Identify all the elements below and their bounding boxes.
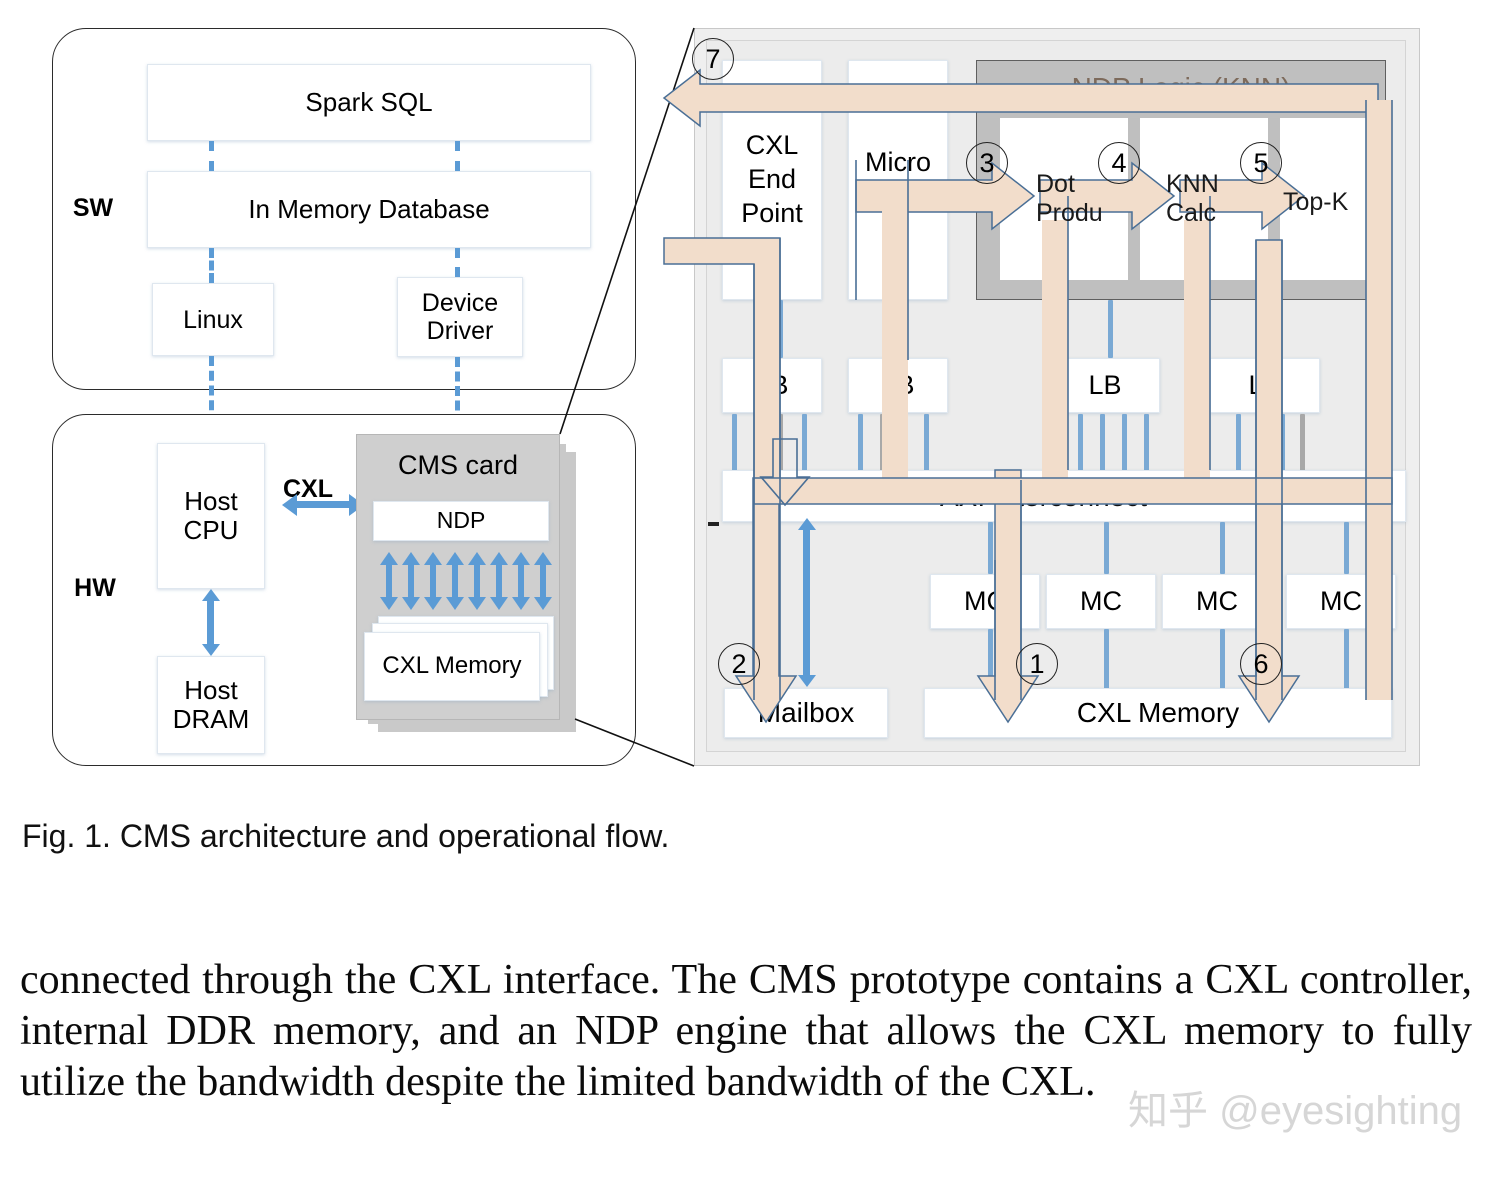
cxl-memory-card-label: CXL Memory [382,652,522,680]
ndp-memory-arrow-8 [534,552,552,610]
ndp-to-lb4-stick [1268,300,1273,358]
mc-box-1: MC [930,574,1040,629]
figure-caption: Fig. 1. CMS architecture and operational… [22,818,670,854]
ndp-memory-arrow-2 [402,552,420,610]
mailbox-arrow-down [798,675,816,687]
step-2-label: 2 [731,648,747,679]
ndp-memory-arrow-5 [468,552,486,610]
step-7-label: 7 [705,43,721,74]
mc-box-3: MC [1162,574,1272,629]
mc-box-4: MC [1286,574,1396,629]
axi-to-mc3-stick [1220,522,1225,574]
cpu-dram-arrow-down [202,644,220,656]
host-cpu-box: Host CPU [157,443,265,589]
cxl-end-point-box: CXL End Point [722,60,822,300]
axi-to-mc1-stick [988,522,993,574]
ndp-memory-arrow-3 [424,552,442,610]
step-circle-1: 1 [1016,643,1058,685]
top-k-label: Top-K [1283,188,1349,216]
ndp-label: NDP [436,507,486,534]
knn-calc-label: KNN Calc [1166,170,1219,227]
linux-box: Linux [152,283,274,356]
host-dram-label: Host DRAM [172,674,250,734]
axi-interconnect-label: AXI Interconnect [940,481,1148,512]
ndp-memory-arrow-6 [490,552,508,610]
step-circle-6: 6 [1240,643,1282,685]
ndp-logic-title: NDP Logic (KNN) [1071,72,1291,103]
lb-label-3: LB [1088,370,1122,401]
lb-label-1: LB [755,370,789,401]
micro-blaze-box: Micro Blaze [848,60,948,300]
host-cpu-label: Host CPU [183,485,239,545]
lb-label-2: LB [881,370,915,401]
cms-card-title: CMS card [397,450,519,480]
ndp-box: NDP [373,501,549,541]
mc-box-2: MC [1046,574,1156,629]
device-driver-label: Device Driver [421,289,499,345]
lb-label-4: LB [1248,370,1282,401]
mc-label-1: MC [964,586,1006,617]
dashed-connector-imdb-linux [209,248,214,283]
mb-to-lb2-stick [902,300,907,358]
mc1-to-mem-stick [988,629,993,691]
ndp-memory-arrow-1 [380,552,398,610]
ndp-memory-arrow-7 [512,552,530,610]
dashed-connector-imdb-driver [455,248,460,277]
dashed-connector-sparksql-imdb-left [209,141,214,171]
step-circle-3: 3 [966,142,1008,184]
cxl-memory-card-box: CXL Memory [364,632,540,701]
mailbox-arrow-shaft [803,529,810,675]
in-memory-database-label: In Memory Database [248,193,490,224]
step-3-label: 3 [979,147,995,178]
linux-label: Linux [183,305,243,334]
dashed-connector-sparksql-imdb-right [455,141,460,171]
watermark: 知乎 @eyesighting [1128,1089,1463,1133]
lb-box-4: LB [1210,358,1320,413]
step-circle-5: 5 [1240,142,1282,184]
mc-label-2: MC [1080,586,1122,617]
lb-box-3: LB [1050,358,1160,413]
hw-zone-label: HW [74,573,116,602]
right-cxl-memory-label: CXL Memory [1076,697,1240,729]
in-memory-database-box: In Memory Database [147,171,591,248]
mc-label-3: MC [1196,586,1238,617]
step-circle-2: 2 [718,643,760,685]
lb-box-1: LB [722,358,822,413]
ndp-memory-arrow-4 [446,552,464,610]
mc3-to-mem-stick [1220,629,1225,691]
spark-sql-label: Spark SQL [305,86,433,117]
step-1-label: 1 [1029,648,1045,679]
mc2-to-mem-stick [1104,629,1109,691]
step-circle-7: 7 [692,38,734,80]
step-5-label: 5 [1253,147,1269,178]
mc4-to-mem-stick [1344,629,1349,691]
axi-to-mc4-stick [1344,522,1349,574]
sw-zone-label: SW [72,193,114,222]
cpu-dram-arrow-shaft [207,600,214,644]
figure-canvas: SW Spark SQL In Memory Database Linux De… [0,0,1496,790]
step-4-label: 4 [1111,147,1127,178]
cxl-arrow-left [282,494,297,516]
step-6-label: 6 [1253,648,1269,679]
step-circle-4: 4 [1098,142,1140,184]
axi-to-mc2-stick [1104,522,1109,574]
mailbox-box: Mailbox [724,688,888,738]
dash-marker [708,522,719,526]
mc-label-4: MC [1320,586,1362,617]
spark-sql-box: Spark SQL [147,64,591,141]
mailbox-label: Mailbox [757,697,855,729]
cxl-end-point-label: CXL End Point [741,130,803,228]
host-dram-box: Host DRAM [157,656,265,754]
cxl-arrow-shaft [296,501,350,508]
device-driver-box: Device Driver [397,277,523,357]
right-cxl-memory-box: CXL Memory [924,688,1392,738]
lb-box-2: LB [848,358,948,413]
micro-blaze-label: Micro Blaze [864,147,932,211]
cxl-ep-to-lb1-stick [778,300,783,358]
ndp-to-lb3-stick [1108,300,1113,358]
